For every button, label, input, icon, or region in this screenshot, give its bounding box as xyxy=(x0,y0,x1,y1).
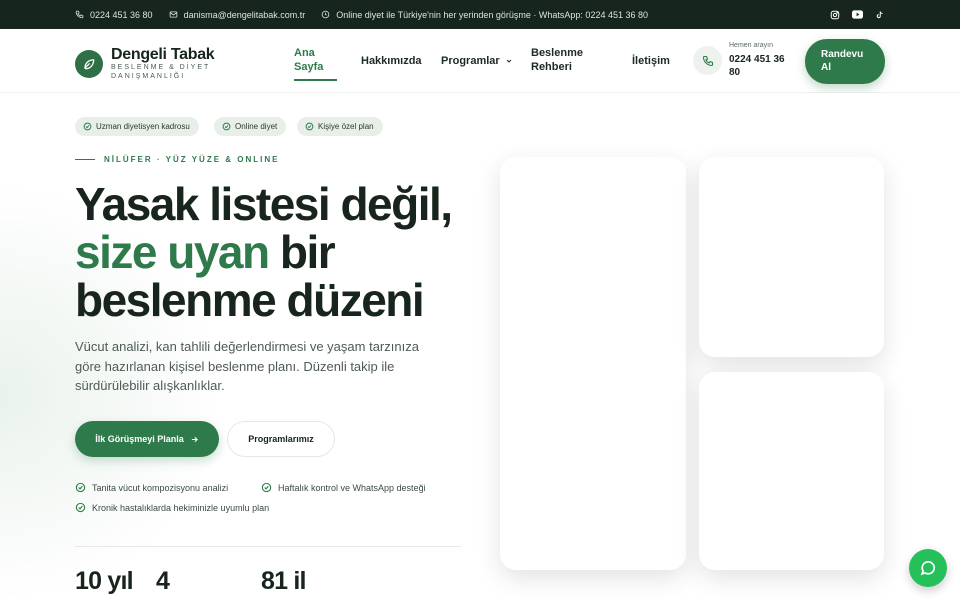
chip-online-diet: Online diyet xyxy=(214,117,287,136)
mail-icon xyxy=(169,11,177,18)
whatsapp-chat-button[interactable] xyxy=(909,549,947,587)
topbar-email[interactable]: danisma@dengelitabak.com.tr xyxy=(169,9,306,20)
feature-label: Haftalık kontrol ve WhatsApp desteği xyxy=(278,482,426,493)
clock-icon xyxy=(321,10,330,19)
nav-item-programs[interactable]: Programlar xyxy=(441,54,513,68)
feature-item: Kronik hastalıklarda hekiminizle uyumlu … xyxy=(75,502,269,513)
nav-item-about[interactable]: Hakkımızda xyxy=(361,54,422,68)
stat-value: 4 xyxy=(156,567,170,595)
arrow-right-icon xyxy=(191,436,198,442)
stats-divider xyxy=(75,546,461,547)
brand-name: Dengeli Tabak xyxy=(111,46,215,63)
check-circle-icon xyxy=(261,482,272,493)
feature-label: Kronik hastalıklarda hekiminizle uyumlu … xyxy=(92,502,270,513)
nav-item-programs-label: Programlar xyxy=(441,55,500,67)
youtube-icon[interactable] xyxy=(851,9,863,21)
chevron-down-icon xyxy=(506,59,512,63)
check-circle-icon xyxy=(75,502,86,513)
programs-button[interactable]: Programlarımız xyxy=(227,421,335,457)
chat-bubble-icon xyxy=(920,561,935,576)
headline-accent: size uyan xyxy=(75,226,270,278)
feature-label: Tanita vücut kompozisyonu analizi xyxy=(92,482,229,493)
top-info-bar: 0224 451 36 80 danisma@dengelitabak.com.… xyxy=(0,0,960,29)
nav-item-home[interactable]: Ana Sayfa xyxy=(294,46,334,74)
chip-personal-plan: Kişiye özel plan xyxy=(297,117,383,136)
stat-value: 10 yıl xyxy=(75,567,134,595)
leaf-icon xyxy=(75,49,103,78)
chip-expert-staff: Uzman diyetisyen kadrosu xyxy=(75,117,199,136)
nav-item-nutrition-guide[interactable]: Beslenme Rehberi xyxy=(531,46,591,74)
topbar-notice-text: Online diyet ile Türkiye'nin her yerinde… xyxy=(336,9,648,20)
check-circle-icon xyxy=(305,122,314,131)
phone-icon xyxy=(702,55,713,66)
appointment-button[interactable]: Randevu Al xyxy=(805,39,885,84)
phone-label: Hemen arayın xyxy=(729,42,773,49)
check-circle-icon xyxy=(83,122,92,131)
call-button[interactable] xyxy=(693,46,722,75)
hero-headline: Yasak listesi değil, size uyan bir besle… xyxy=(75,180,475,324)
brand-tagline: BESLENME & DİYET DANIŞMANLIĞI xyxy=(111,64,211,80)
phone-icon xyxy=(75,10,84,19)
social-links xyxy=(829,9,885,21)
hero-lead: Vücut analizi, kan tahlili değerlendirme… xyxy=(75,339,419,393)
hero-kicker: NİLÜFER · YÜZ YÜZE & ONLINE xyxy=(104,155,280,164)
check-circle-icon xyxy=(222,122,231,131)
kicker-line xyxy=(75,159,95,160)
check-circle-icon xyxy=(75,482,86,493)
headline-line-3: beslenme düzeni xyxy=(75,274,425,326)
brand-logo[interactable]: Dengeli Tabak BESLENME & DİYET DANIŞMANL… xyxy=(75,46,221,81)
feature-item: Haftalık kontrol ve WhatsApp desteği xyxy=(261,482,426,493)
chip-label: Online diyet xyxy=(235,122,278,131)
plan-first-meeting-label: İlk Görüşmeyi Planla xyxy=(95,434,184,444)
stat-value: 81 il xyxy=(261,567,306,595)
site-header: Dengeli Tabak BESLENME & DİYET DANIŞMANL… xyxy=(0,29,960,93)
hero-image-card-bottom xyxy=(699,372,884,570)
topbar-email-text: danisma@dengelitabak.com.tr xyxy=(183,9,306,20)
tiktok-icon[interactable] xyxy=(873,9,885,21)
headline-rest: bir xyxy=(268,226,336,278)
topbar-phone[interactable]: 0224 451 36 80 xyxy=(75,10,153,20)
topbar-phone-text: 0224 451 36 80 xyxy=(90,9,153,20)
chip-label: Uzman diyetisyen kadrosu xyxy=(96,122,190,131)
headline-line-1: Yasak listesi değil, xyxy=(75,178,453,230)
topbar-notice: Online diyet ile Türkiye'nin her yerinde… xyxy=(321,10,648,20)
instagram-icon[interactable] xyxy=(829,9,841,21)
nav-item-contact[interactable]: İletişim xyxy=(632,54,670,68)
chip-label: Kişiye özel plan xyxy=(318,122,374,131)
hero-image-card-large xyxy=(500,157,686,570)
phone-number[interactable]: 0224 451 36 80 xyxy=(729,53,791,79)
feature-item: Tanita vücut kompozisyonu analizi xyxy=(75,482,228,493)
nav-active-indicator xyxy=(294,79,337,81)
hero-image-card-top xyxy=(699,157,884,357)
plan-first-meeting-button[interactable]: İlk Görüşmeyi Planla xyxy=(75,421,219,457)
